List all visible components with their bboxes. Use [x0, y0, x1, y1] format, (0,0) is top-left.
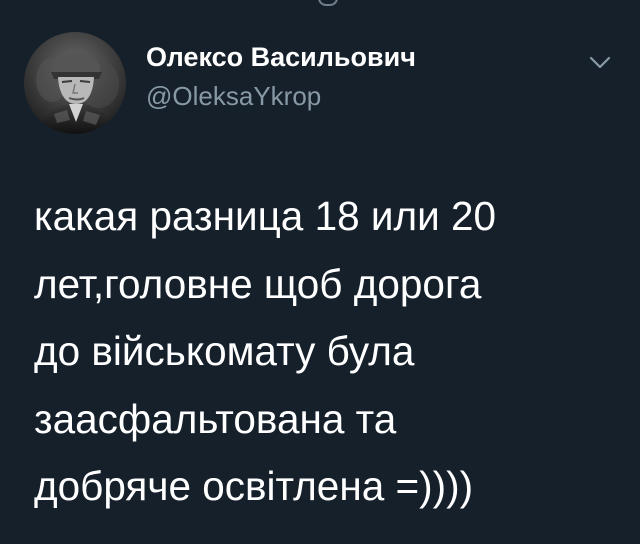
chevron-down-icon[interactable] [588, 54, 612, 72]
soldier-avatar-icon [24, 32, 126, 134]
tweet-text-line: заасфальтована та [34, 395, 397, 442]
tweet-text: какая разница 18 или 20 лет,головне щоб … [34, 183, 624, 521]
tweet-text-line: лет,головне щоб дорога [34, 260, 482, 307]
clipped-top-icon [318, 0, 338, 6]
tweet-text-line: добряче освітлена =)))) [34, 463, 474, 509]
avatar[interactable] [24, 32, 126, 134]
tweet-card: Олексо Васильович @OleksaYkrop какая раз… [0, 0, 640, 544]
author-handle[interactable]: @OleksaYkrop [146, 80, 321, 112]
author-display-name[interactable]: Олексо Васильович [146, 40, 416, 74]
tweet-text-line: до військомату була [34, 328, 415, 374]
tweet-text-line: какая разница 18 или 20 [34, 193, 497, 239]
